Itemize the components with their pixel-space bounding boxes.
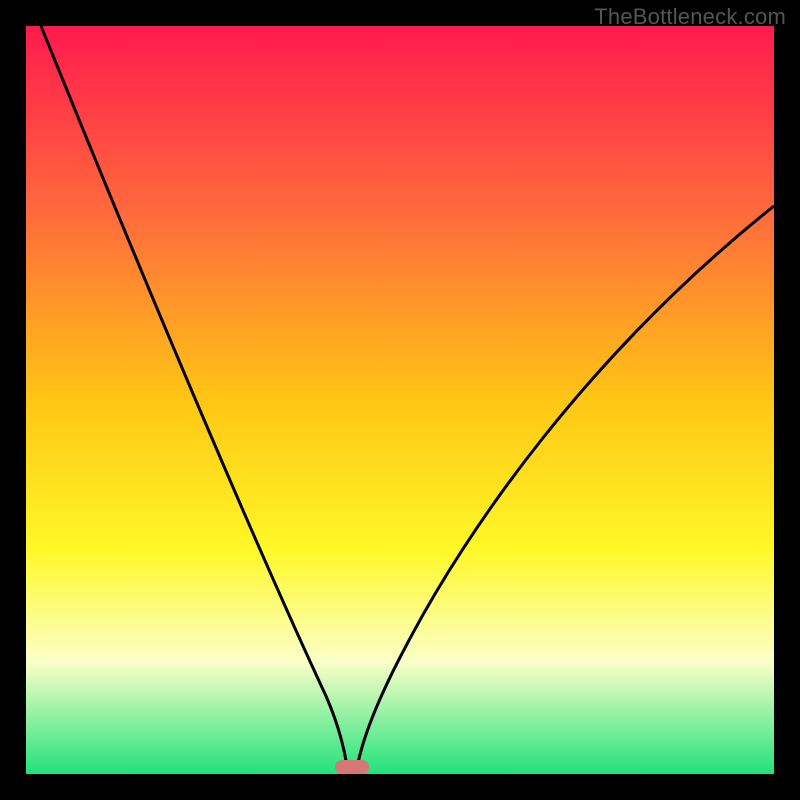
watermark-text: TheBottleneck.com [594,4,786,30]
curve-right-branch [356,206,774,774]
plot-area [26,26,774,774]
curve-left-branch [41,26,348,774]
bottleneck-curve [26,26,774,774]
chart-frame: TheBottleneck.com [0,0,800,800]
bottleneck-marker [335,760,369,774]
